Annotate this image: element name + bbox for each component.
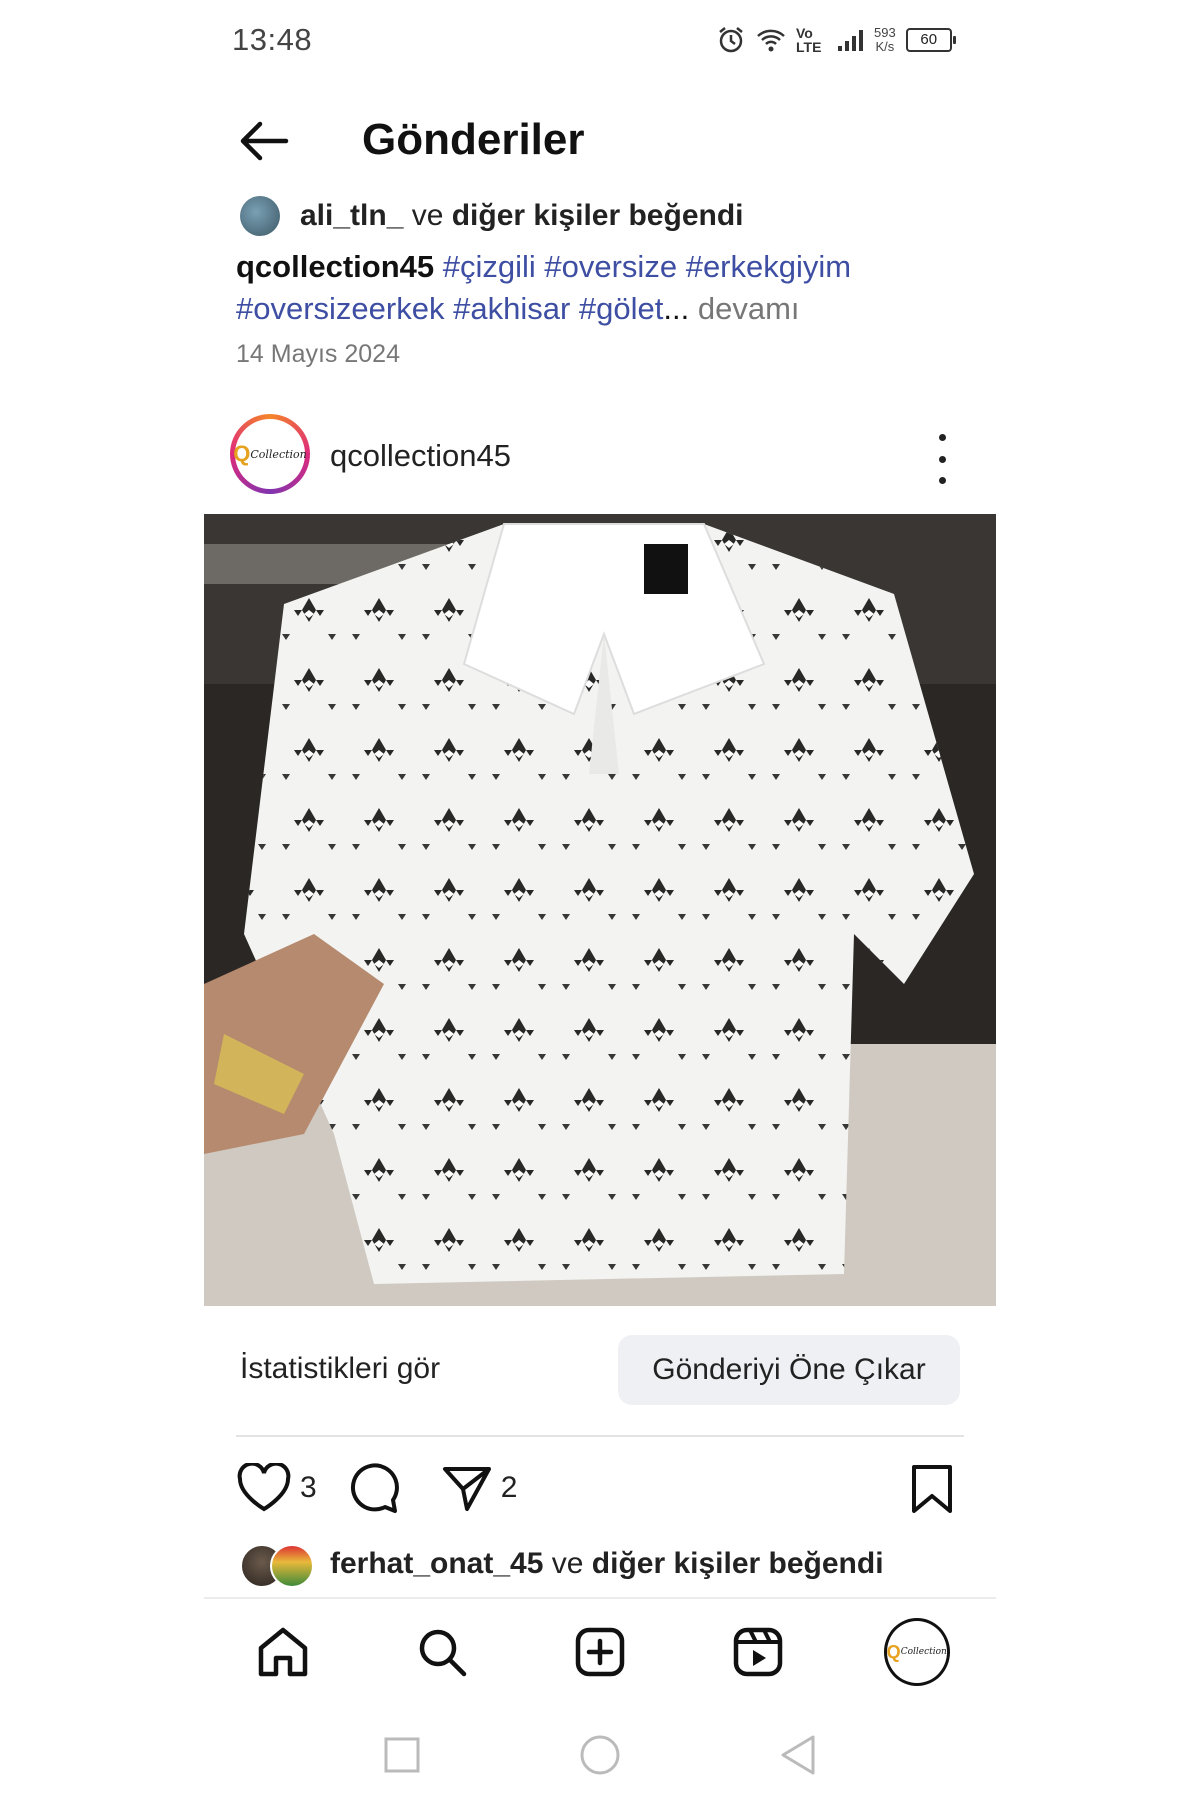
nav-home[interactable] xyxy=(253,1622,313,1682)
post-avatar[interactable]: Q Collection xyxy=(230,414,310,494)
hashtag[interactable]: #gölet xyxy=(579,291,663,326)
hashtag[interactable]: #erkekgiyim xyxy=(686,249,851,284)
post-actions: 3 2 xyxy=(236,1462,547,1514)
liked-by-connector: ve xyxy=(403,199,452,232)
send-icon[interactable] xyxy=(441,1463,493,1513)
post-username[interactable]: qcollection45 xyxy=(330,438,511,474)
comment-icon[interactable] xyxy=(347,1462,401,1514)
caption-ellipsis: ... xyxy=(663,291,690,326)
network-speed-value: 593 xyxy=(874,25,896,40)
arrow-left-icon[interactable] xyxy=(236,116,292,166)
system-nav xyxy=(204,1720,996,1790)
status-time: 13:48 xyxy=(232,22,313,57)
liked-by-others[interactable]: diğer kişiler beğendi xyxy=(592,1547,884,1581)
logo-text: Collection xyxy=(250,447,307,461)
hashtag[interactable]: #oversize xyxy=(544,249,677,284)
page-title: Gönderiler xyxy=(362,115,585,164)
liked-by-top[interactable]: ali_tln_ ve diğer kişiler beğendi xyxy=(240,196,744,236)
shirt-photo xyxy=(204,514,996,1306)
bottom-nav: Q Collection xyxy=(204,1612,996,1692)
battery-indicator: 60 xyxy=(905,28,956,52)
hashtag[interactable]: #akhisar xyxy=(453,291,570,326)
search-icon xyxy=(419,1629,466,1677)
share-count[interactable]: 2 xyxy=(501,1471,518,1505)
divider xyxy=(236,1435,964,1437)
nav-profile[interactable]: Q Collection xyxy=(883,1618,950,1686)
heart-icon[interactable] xyxy=(236,1463,292,1513)
signal-icon xyxy=(838,30,863,51)
logo-letter: Q xyxy=(886,1641,901,1662)
alarm-icon xyxy=(719,27,743,53)
reels-icon xyxy=(734,1627,783,1677)
liker-avatars xyxy=(240,1544,314,1588)
hashtag[interactable]: #çizgili xyxy=(443,249,536,284)
nav-reels[interactable] xyxy=(728,1622,788,1682)
liked-by-others[interactable]: diğer kişiler beğendi xyxy=(452,199,744,233)
network-speed: 593 K/s xyxy=(874,26,896,54)
more-link[interactable]: devamı xyxy=(698,291,800,326)
wifi-icon xyxy=(757,29,785,52)
status-icons: Vo LTE 593 K/s 60 xyxy=(716,22,956,58)
view-insights-link[interactable]: İstatistikleri gör xyxy=(240,1352,440,1386)
caption: qcollection45 #çizgili #oversize #erkekg… xyxy=(236,246,936,330)
profile-avatar: Q Collection xyxy=(883,1618,950,1686)
recent-apps-icon[interactable] xyxy=(383,1736,421,1774)
brand-logo: Q Collection xyxy=(233,419,307,489)
nav-create[interactable] xyxy=(570,1622,630,1682)
logo-text: Collection xyxy=(900,1647,947,1657)
network-speed-unit: K/s xyxy=(875,39,895,54)
liked-by-username[interactable]: ferhat_onat_45 xyxy=(330,1547,543,1581)
logo-letter: Q xyxy=(233,441,251,466)
home-icon xyxy=(258,1627,308,1677)
hashtag[interactable]: #oversizeerkek xyxy=(236,291,444,326)
plus-square-icon xyxy=(575,1627,625,1677)
liked-by-connector: ve xyxy=(543,1547,592,1580)
volte-indicator: Vo LTE xyxy=(796,25,822,55)
post-image[interactable] xyxy=(204,514,996,1306)
post-date: 14 Mayıs 2024 xyxy=(236,340,400,368)
like-count[interactable]: 3 xyxy=(300,1471,317,1505)
bookmark-icon[interactable] xyxy=(910,1464,954,1514)
nav-search[interactable] xyxy=(412,1622,472,1682)
nav-divider xyxy=(204,1597,996,1599)
home-circle-icon[interactable] xyxy=(579,1734,621,1776)
avatar xyxy=(270,1544,314,1588)
avatar xyxy=(240,196,280,236)
liked-by-bottom[interactable]: ferhat_onat_45 ve diğer kişiler beğendi xyxy=(240,1544,884,1588)
liked-by-username[interactable]: ali_tln_ xyxy=(300,199,403,233)
back-triangle-icon[interactable] xyxy=(779,1734,817,1776)
more-options-icon[interactable] xyxy=(930,434,954,484)
boost-post-button[interactable]: Gönderiyi Öne Çıkar xyxy=(618,1335,960,1405)
caption-username[interactable]: qcollection45 xyxy=(236,249,434,284)
